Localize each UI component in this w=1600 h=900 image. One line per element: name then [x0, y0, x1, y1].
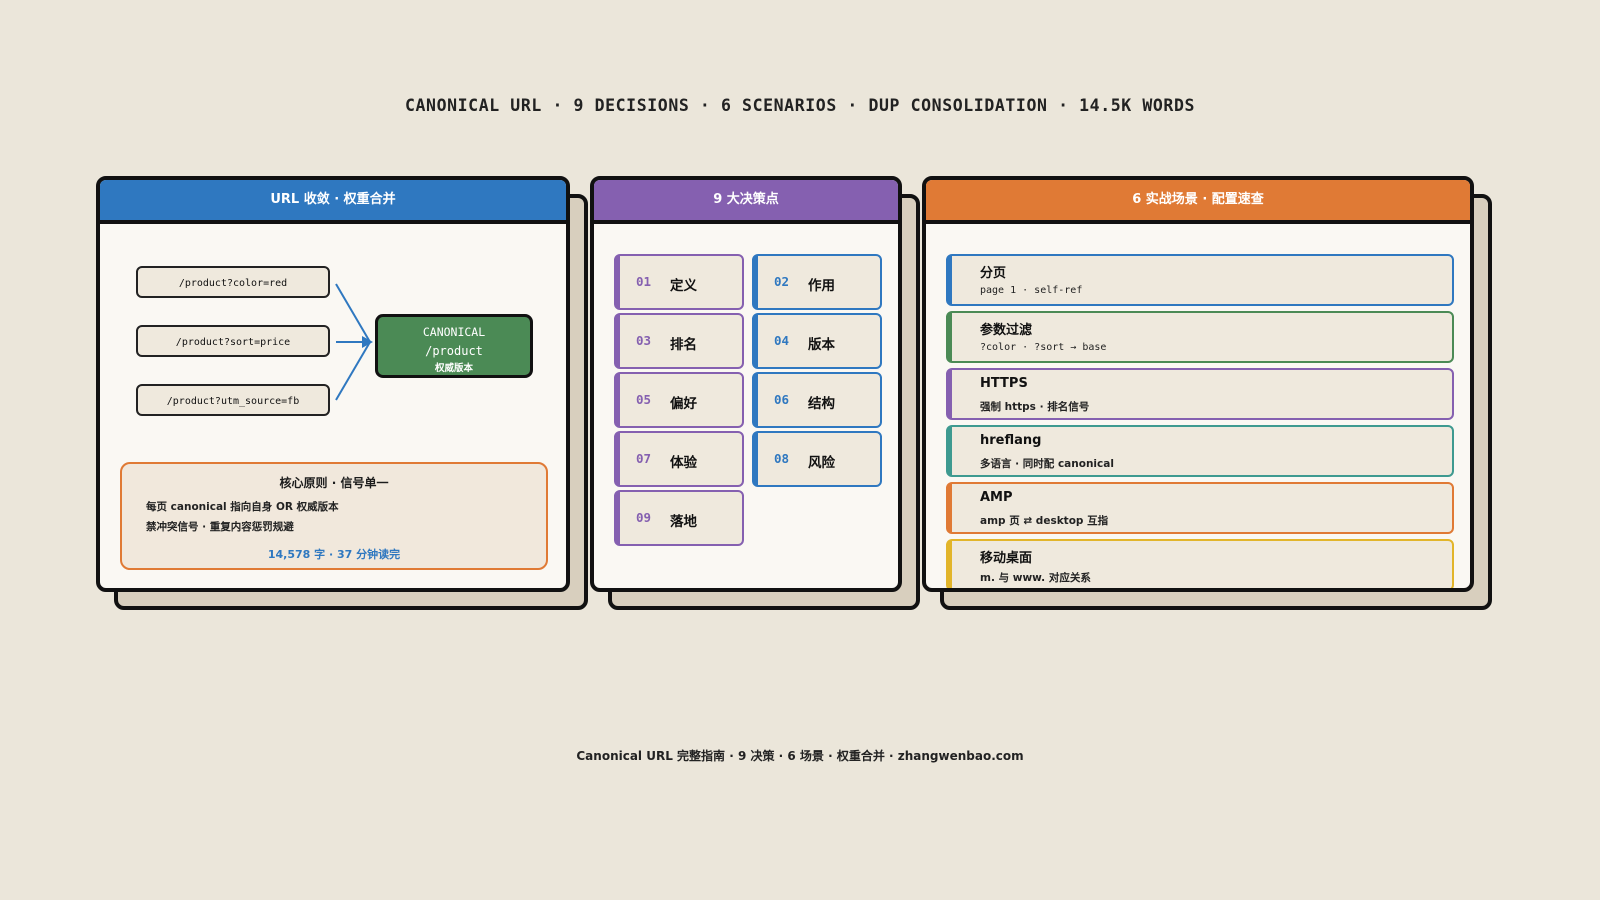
- scenario-title: HTTPS: [980, 376, 1028, 391]
- scenario-title: 移动桌面: [980, 551, 1033, 566]
- scenarios-header: 6 实战场景 · 配置速查: [926, 180, 1470, 224]
- scenario-title: 分页: [980, 266, 1007, 281]
- canonical-box: CANONICAL /product 权威版本: [375, 314, 533, 378]
- scenario-item-param-filter: 参数过滤 ?color · ?sort → base: [946, 311, 1454, 363]
- decision-number: 09: [636, 510, 652, 525]
- decision-number: 06: [774, 392, 790, 407]
- canonical-caption: 权威版本: [434, 363, 473, 374]
- scenario-desc: ?color · ?sort → base: [980, 342, 1107, 353]
- decision-number: 02: [774, 274, 790, 289]
- decision-item: 07 体验: [614, 431, 744, 487]
- scenario-desc: 多语言 · 同时配 canonical: [980, 458, 1114, 470]
- core-principle-box: 核心原则 · 信号单一 每页 canonical 指向自身 OR 权威版本 禁冲…: [120, 462, 548, 570]
- scenario-item-mobile-desktop: 移动桌面 m. 与 www. 对应关系: [946, 539, 1454, 588]
- canonical-path: /product: [425, 344, 483, 358]
- decision-item: 06 结构: [752, 372, 882, 428]
- page-title: CANONICAL URL · 9 DECISIONS · 6 SCENARIO…: [404, 96, 1196, 115]
- scenario-item-https: HTTPS 强制 https · 排名信号: [946, 368, 1454, 420]
- decision-number: 08: [774, 451, 790, 466]
- decision-item: 05 偏好: [614, 372, 744, 428]
- decision-number: 03: [636, 333, 652, 348]
- decision-label: 风险: [808, 455, 835, 471]
- scenario-desc: m. 与 www. 对应关系: [980, 572, 1091, 584]
- scenario-desc: 强制 https · 排名信号: [980, 401, 1090, 413]
- decision-number: 01: [636, 274, 652, 289]
- panel-body: URL 收敛 · 权重合并 /product?color=red /produc…: [96, 176, 570, 592]
- decision-item: 03 排名: [614, 313, 744, 369]
- scenario-item-hreflang: hreflang 多语言 · 同时配 canonical: [946, 425, 1454, 477]
- reading-meta: 14,578 字 · 37 分钟读完: [267, 548, 401, 561]
- decision-label: 结构: [808, 396, 835, 412]
- decision-label: 版本: [808, 337, 835, 353]
- decision-label: 偏好: [670, 396, 697, 412]
- decision-label: 体验: [670, 455, 697, 471]
- scenario-title: hreflang: [980, 433, 1042, 448]
- decision-number: 04: [774, 333, 790, 348]
- decision-label: 落地: [670, 514, 697, 530]
- principle-title: 核心原则 · 信号单一: [279, 476, 389, 490]
- principle-line: 每页 canonical 指向自身 OR 权威版本: [146, 501, 339, 513]
- decision-label: 作用: [808, 278, 835, 294]
- footer-caption: Canonical URL 完整指南 · 9 决策 · 6 场景 · 权重合并 …: [576, 749, 1024, 763]
- decision-item: 01 定义: [614, 254, 744, 310]
- decision-item: 04 版本: [752, 313, 882, 369]
- scenario-item-amp: AMP amp 页 ⇄ desktop 互指: [946, 482, 1454, 534]
- decision-item: 08 风险: [752, 431, 882, 487]
- panel-body: 9 大决策点 01 定义 02 作用 03 排名 04 版本 05 偏好 06 …: [590, 176, 902, 592]
- decision-item: 02 作用: [752, 254, 882, 310]
- scenario-desc: amp 页 ⇄ desktop 互指: [980, 515, 1109, 527]
- scenarios-panel: 6 实战场景 · 配置速查 分页 page 1 · self-ref 参数过滤 …: [922, 176, 1492, 610]
- scenario-item-pagination: 分页 page 1 · self-ref: [946, 254, 1454, 306]
- decision-number: 05: [636, 392, 652, 407]
- decision-label: 定义: [670, 278, 697, 294]
- scenario-title: 参数过滤: [980, 323, 1033, 338]
- scenario-title: AMP: [980, 490, 1013, 505]
- consolidation-arrows: [335, 283, 373, 401]
- scenario-desc: page 1 · self-ref: [980, 285, 1083, 296]
- principle-line: 禁冲突信号 · 重复内容惩罚规避: [146, 521, 294, 533]
- decision-item: 09 落地: [614, 490, 744, 546]
- consolidation-panel: URL 收敛 · 权重合并 /product?color=red /produc…: [96, 176, 588, 610]
- panel-body: 6 实战场景 · 配置速查 分页 page 1 · self-ref 参数过滤 …: [922, 176, 1474, 592]
- decisions-header: 9 大决策点: [594, 180, 898, 224]
- decisions-panel: 9 大决策点 01 定义 02 作用 03 排名 04 版本 05 偏好 06 …: [590, 176, 920, 610]
- decision-label: 排名: [670, 337, 697, 353]
- decision-number: 07: [636, 451, 652, 466]
- arrow-line-top: [335, 283, 371, 343]
- canonical-label: CANONICAL: [422, 325, 486, 339]
- arrow-line-bottom: [335, 341, 371, 401]
